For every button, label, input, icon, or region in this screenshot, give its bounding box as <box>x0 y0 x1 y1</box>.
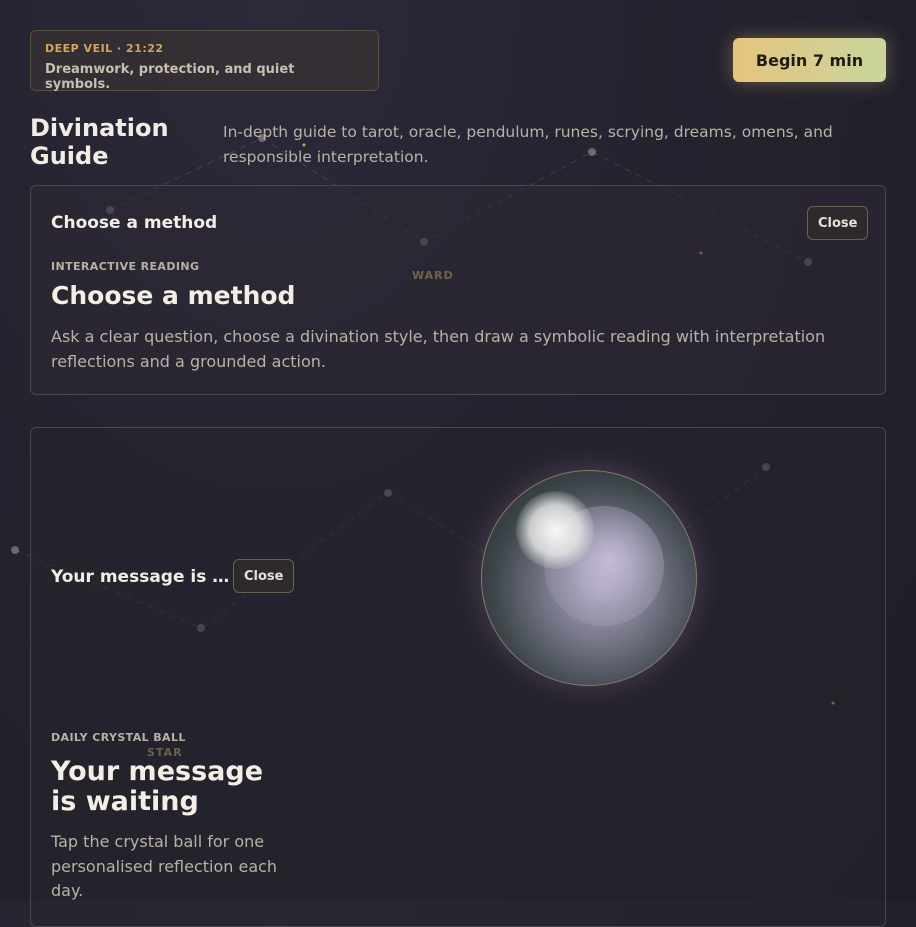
session-info-card: DEEP VEIL · 21:22 Dreamwork, protection,… <box>30 30 379 92</box>
constellation-label-ward: WARD <box>412 269 454 282</box>
constellation-label-star: STAR <box>147 746 183 759</box>
crystal-ball-description: Tap the crystal ball for one personalise… <box>51 832 278 900</box>
crystal-ball-eyebrow: DAILY CRYSTAL BALL <box>51 731 186 744</box>
crystal-ball[interactable]: MOON <box>481 470 697 686</box>
method-close-button[interactable]: Close <box>807 206 869 240</box>
method-panel: Choose a method Close INTERACTIVE READIN… <box>30 185 886 395</box>
method-panel-header: Choose a method <box>51 213 218 233</box>
page-title: Divination Guide <box>30 114 169 170</box>
message-close-button[interactable]: Close <box>233 559 295 593</box>
message-panel-header: Your message is … <box>51 567 230 587</box>
crystal-ball-panel: Your message is … Close DAILY CRYSTAL BA… <box>30 427 886 927</box>
method-eyebrow: INTERACTIVE READING <box>51 260 200 273</box>
constellation-label-moon: MOON <box>602 627 645 640</box>
session-tagline: Dreamwork, protection, and quiet symbols… <box>45 62 295 92</box>
crystal-ball-glare <box>516 491 594 569</box>
method-description: Ask a clear question, choose a divinatio… <box>51 327 826 371</box>
begin-session-button[interactable]: Begin 7 min <box>733 38 886 82</box>
method-heading: Choose a method <box>51 281 296 310</box>
crystal-ball-heading: Your message is waiting <box>51 756 264 817</box>
page-subtitle: In-depth guide to tarot, oracle, pendulu… <box>223 123 833 166</box>
session-kicker: DEEP VEIL · 21:22 <box>45 42 164 55</box>
